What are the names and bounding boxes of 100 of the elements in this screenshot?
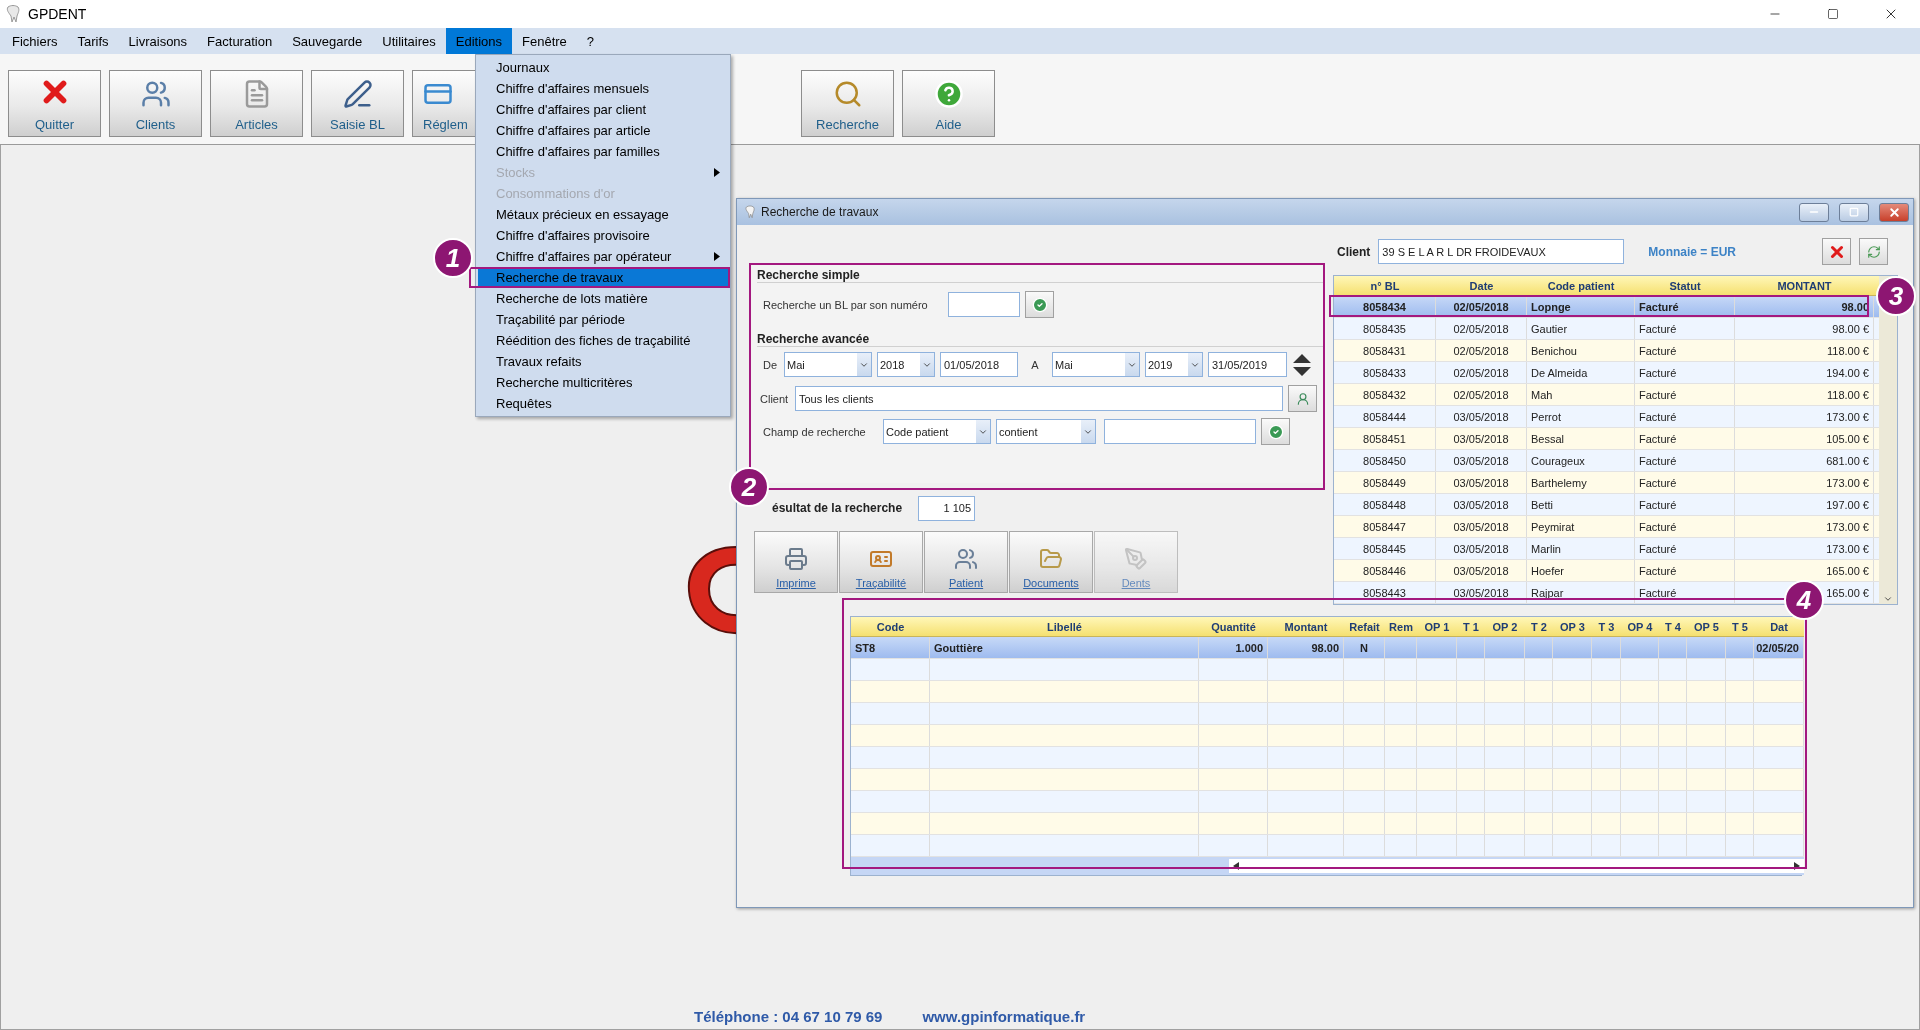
- table-row[interactable]: 8058432 02/05/2018 Mah Facturé 118.00 €: [1334, 384, 1879, 406]
- action-button[interactable]: Patient: [924, 531, 1008, 593]
- column-header[interactable]: Code: [851, 617, 930, 636]
- column-header[interactable]: OP 1: [1417, 617, 1457, 636]
- table-cell: Facturé: [1635, 384, 1735, 405]
- field-label: Champ de recherche: [763, 425, 867, 438]
- column-header[interactable]: Dat: [1754, 617, 1804, 636]
- action-button[interactable]: Documents: [1009, 531, 1093, 593]
- menu-item[interactable]: Editions: [445, 28, 512, 54]
- menu-item[interactable]: ?: [576, 28, 605, 54]
- table-row[interactable]: ST8 Gouttière 1.000 98.00 N 02/05/20: [851, 637, 1804, 659]
- search-field[interactable]: [1104, 419, 1256, 444]
- table-row[interactable]: 8058433 02/05/2018 De Almeida Facturé 194.00 €: [1334, 362, 1879, 384]
- menu-item[interactable]: Chiffre d'affaires par opérateur: [478, 246, 728, 267]
- menu-item[interactable]: Chiffre d'affaires provisoire: [478, 225, 728, 246]
- menu-item[interactable]: Réédition des fiches de traçabilité: [478, 330, 728, 351]
- table-row[interactable]: 8058449 03/05/2018 Barthelemy Facturé 173.00 €: [1334, 472, 1879, 494]
- client-picker-button[interactable]: [1288, 385, 1317, 412]
- menu-item[interactable]: Recherche multicritères: [478, 372, 728, 393]
- bl-number-field[interactable]: [948, 292, 1020, 317]
- column-header[interactable]: Date: [1436, 276, 1527, 295]
- column-header[interactable]: Montant: [1268, 617, 1344, 636]
- table-cell: Marlin: [1527, 538, 1635, 559]
- minimize-button[interactable]: [1799, 202, 1829, 222]
- column-header[interactable]: Statut: [1635, 276, 1735, 295]
- table-cell: 8058446: [1334, 560, 1436, 581]
- client-field[interactable]: 39 S E L A R L DR FROIDEVAUX: [1378, 239, 1625, 264]
- column-header[interactable]: T 3: [1592, 617, 1621, 636]
- date-field[interactable]: 01/05/2018: [940, 352, 1018, 377]
- table-cell: 98.00 €: [1735, 318, 1874, 339]
- table-cell: Facturé: [1635, 428, 1735, 449]
- year-select[interactable]: 2018: [877, 352, 935, 377]
- menu-item[interactable]: Travaux refaits: [478, 351, 728, 372]
- scroll-right-icon[interactable]: [1794, 862, 1800, 870]
- menu-item[interactable]: Facturation: [197, 28, 283, 54]
- year-select[interactable]: 2019: [1145, 352, 1203, 377]
- column-header[interactable]: MONTANT: [1735, 276, 1874, 295]
- menu-item[interactable]: Recherche de lots matière: [478, 288, 728, 309]
- column-header[interactable]: T 2: [1525, 617, 1553, 636]
- toolbar-button[interactable]: Quitter: [8, 70, 101, 137]
- toolbar-button[interactable]: Saisie BL: [311, 70, 404, 137]
- column-header[interactable]: OP 2: [1485, 617, 1525, 636]
- toolbar-button[interactable]: Recherche: [801, 70, 894, 137]
- toolbar-button[interactable]: Clients: [109, 70, 202, 137]
- menu-item[interactable]: Fenêtre: [512, 28, 577, 54]
- website-link[interactable]: www.gpinformatique.fr: [922, 1008, 1086, 1025]
- maximize-button[interactable]: [1839, 202, 1869, 222]
- table-row[interactable]: 8058448 03/05/2018 Betti Facturé 197.00 €: [1334, 494, 1879, 516]
- spinner-icon[interactable]: [1292, 352, 1312, 377]
- client-field[interactable]: Tous les clients: [795, 386, 1283, 411]
- refresh-icon: [1866, 244, 1881, 259]
- menu-item[interactable]: Livraisons: [118, 28, 198, 54]
- close-button[interactable]: [1879, 202, 1909, 222]
- menu-item[interactable]: Chiffre d'affaires par familles: [478, 141, 728, 162]
- menu-item[interactable]: Sauvegarde: [282, 28, 373, 54]
- result-count-field[interactable]: 1 105: [918, 495, 975, 521]
- scroll-down-icon[interactable]: [1883, 594, 1893, 604]
- column-header[interactable]: Quantité: [1199, 617, 1268, 636]
- search-button[interactable]: [1261, 418, 1290, 445]
- column-header[interactable]: OP 5: [1687, 617, 1726, 636]
- table-row[interactable]: 8058431 02/05/2018 Benichou Facturé 118.00 €: [1334, 340, 1879, 362]
- column-header[interactable]: OP 3: [1553, 617, 1592, 636]
- menu-item[interactable]: Requêtes: [478, 393, 728, 414]
- operator-select[interactable]: contient: [996, 419, 1096, 444]
- action-button[interactable]: Traçabilité: [839, 531, 923, 593]
- clear-button[interactable]: [1822, 238, 1851, 265]
- column-header[interactable]: Refait: [1344, 617, 1385, 636]
- validate-button[interactable]: [1025, 291, 1054, 318]
- column-header[interactable]: Libellé: [930, 617, 1199, 636]
- menu-item[interactable]: Traçabilité par période: [478, 309, 728, 330]
- table-row[interactable]: 8058447 03/05/2018 Peymirat Facturé 173.00 €: [1334, 516, 1879, 538]
- month-select[interactable]: Mai: [1052, 352, 1140, 377]
- action-button[interactable]: Imprime: [754, 531, 838, 593]
- toolbar-button[interactable]: Articles: [210, 70, 303, 137]
- menu-item[interactable]: Fichiers: [2, 28, 68, 54]
- column-header[interactable]: n° BL: [1334, 276, 1436, 295]
- table-cell: Mah: [1527, 384, 1635, 405]
- menu-item[interactable]: Utilitaires: [372, 28, 446, 54]
- table-row[interactable]: 8058435 02/05/2018 Gautier Facturé 98.00 €: [1334, 318, 1879, 340]
- table-row[interactable]: 8058451 03/05/2018 Bessal Facturé 105.00 €: [1334, 428, 1879, 450]
- field-select[interactable]: Code patient: [883, 419, 991, 444]
- scroll-left-icon[interactable]: [1233, 862, 1239, 870]
- date-field[interactable]: 31/05/2019: [1208, 352, 1287, 377]
- menu-item[interactable]: Métaux précieux en essayage: [478, 204, 728, 225]
- toolbar-button[interactable]: Aide: [902, 70, 995, 137]
- table-row[interactable]: 8058450 03/05/2018 Courageux Facturé 681.00 €: [1334, 450, 1879, 472]
- refresh-button[interactable]: [1859, 238, 1888, 265]
- table-row[interactable]: 8058445 03/05/2018 Marlin Facturé 173.00 €: [1334, 538, 1879, 560]
- column-header[interactable]: T 1: [1457, 617, 1485, 636]
- column-header[interactable]: T 4: [1659, 617, 1687, 636]
- table-cell: Facturé: [1635, 296, 1735, 317]
- menu-item[interactable]: Tarifs: [67, 28, 119, 54]
- column-header[interactable]: T 5: [1726, 617, 1754, 636]
- table-row[interactable]: 8058444 03/05/2018 Perrot Facturé 173.00 €: [1334, 406, 1879, 428]
- column-header[interactable]: Code patient: [1527, 276, 1635, 295]
- month-select[interactable]: Mai: [784, 352, 872, 377]
- table-cell: 02/05/20: [1754, 637, 1804, 658]
- column-header[interactable]: OP 4: [1621, 617, 1659, 636]
- column-header[interactable]: Rem: [1385, 617, 1417, 636]
- table-row[interactable]: 8058446 03/05/2018 Hoefer Facturé 165.00 €: [1334, 560, 1879, 582]
